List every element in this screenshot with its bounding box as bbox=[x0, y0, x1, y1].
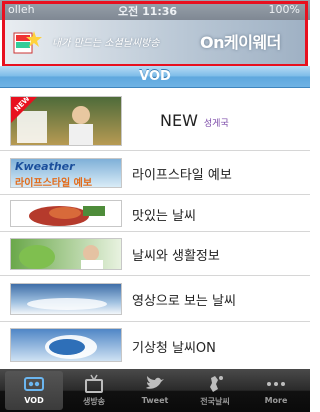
list-item-kma-on[interactable]: 기상청 날씨ON bbox=[0, 322, 310, 369]
kweather-logo: Kweather bbox=[15, 160, 75, 173]
list-item-sub: 성게국 bbox=[203, 119, 229, 129]
list-item-label: 기상청 날씨ON bbox=[132, 341, 216, 356]
list-item-label: 라이프스타일 예보 bbox=[132, 168, 232, 183]
list-item-label: 날씨와 생활정보 bbox=[132, 249, 220, 264]
thumbnail-video-weather bbox=[10, 283, 122, 315]
woman-thumbnail-icon bbox=[19, 245, 103, 269]
tab-vod[interactable]: VOD bbox=[5, 371, 63, 410]
tab-label: More bbox=[264, 396, 288, 405]
list-item-video-weather[interactable]: 영상으로 보는 날씨 bbox=[0, 276, 310, 322]
thumbnail-kma-on bbox=[10, 328, 122, 362]
thumbnail-tasty bbox=[10, 200, 122, 227]
tab-label: VOD bbox=[24, 396, 44, 405]
tab-label: Tweet bbox=[141, 396, 169, 405]
kweather-subtitle: 라이프스타일 예보 bbox=[15, 178, 93, 188]
thumbnail-living-info bbox=[10, 238, 122, 270]
weather-icon bbox=[210, 376, 223, 392]
highlight-box bbox=[2, 1, 308, 67]
vod-list: NEW NEW 성게국 Kweather 라이프스타일 예보 라이프스타일 예보 … bbox=[0, 89, 310, 369]
tab-label: 생방송 bbox=[82, 397, 106, 406]
tab-live[interactable]: 생방송 bbox=[65, 371, 123, 410]
vod-icon bbox=[24, 377, 44, 391]
list-item-living-info[interactable]: 날씨와 생활정보 bbox=[0, 232, 310, 276]
twitter-bird-icon bbox=[146, 376, 164, 389]
live-tv-icon bbox=[85, 374, 103, 393]
tab-bar: VOD 생방송 Tweet 전국날씨 More bbox=[0, 369, 310, 412]
thumbnail-lifestyle: Kweather 라이프스타일 예보 bbox=[10, 158, 122, 188]
page-title: VOD bbox=[139, 69, 171, 84]
food-thumbnail-icon bbox=[29, 206, 105, 226]
more-icon bbox=[267, 382, 285, 386]
tab-more[interactable]: More bbox=[247, 371, 305, 410]
tab-national-weather[interactable]: 전국날씨 bbox=[186, 371, 244, 410]
list-item-lifestyle[interactable]: Kweather 라이프스타일 예보 라이프스타일 예보 bbox=[0, 151, 310, 195]
kma-thumbnail-icon bbox=[45, 335, 97, 359]
sky-thumbnail-icon bbox=[27, 298, 107, 310]
new-video-thumbnail-icon bbox=[11, 97, 93, 145]
tab-label: 전국날씨 bbox=[200, 397, 230, 406]
thumbnail-new: NEW bbox=[10, 96, 122, 146]
list-item-label: NEW 성게국 bbox=[160, 111, 229, 130]
tab-tweet[interactable]: Tweet bbox=[126, 371, 184, 410]
list-item-label: 맛있는 날씨 bbox=[132, 209, 196, 224]
navigation-bar: VOD bbox=[0, 66, 310, 88]
list-item-label: 영상으로 보는 날씨 bbox=[132, 294, 236, 309]
list-item-new[interactable]: NEW NEW 성게국 bbox=[0, 89, 310, 151]
list-item-tasty[interactable]: 맛있는 날씨 bbox=[0, 195, 310, 232]
